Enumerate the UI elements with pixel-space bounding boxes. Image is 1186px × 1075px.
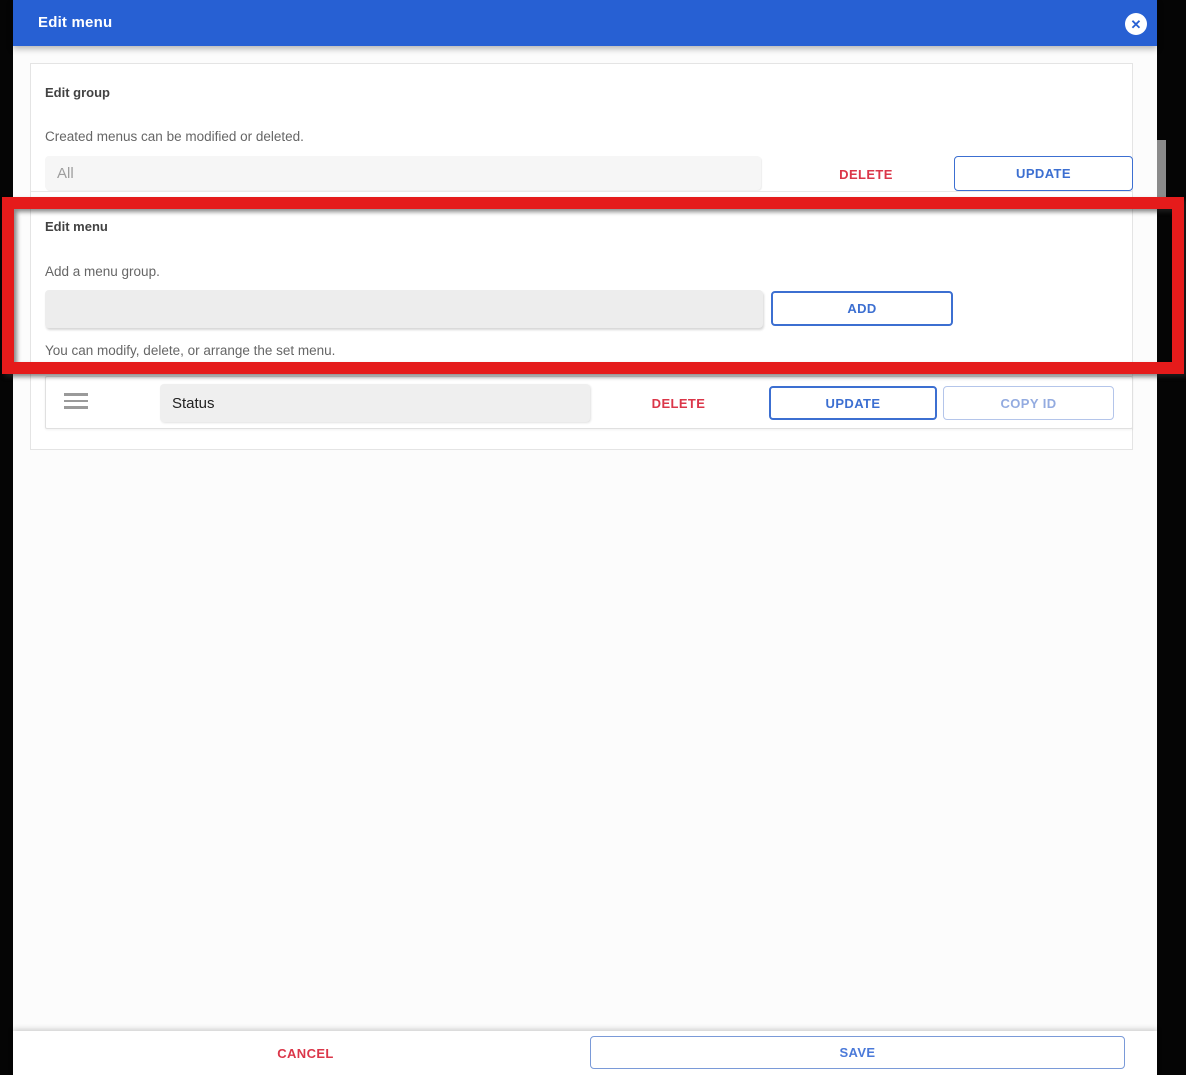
edit-menu-dialog: Edit menu ✕ Edit group Created menus can… xyxy=(13,0,1157,1075)
menu-item-delete-button[interactable]: DELETE xyxy=(631,389,726,417)
edit-group-description: Created menus can be modified or deleted… xyxy=(45,129,304,144)
menu-item-name-input[interactable] xyxy=(160,384,590,422)
edit-menu-heading: Edit menu xyxy=(45,219,108,234)
scrollbar-thumb[interactable] xyxy=(1157,140,1166,197)
group-delete-button[interactable]: DELETE xyxy=(771,159,961,189)
add-button[interactable]: ADD xyxy=(771,291,953,326)
dialog-header: Edit menu ✕ xyxy=(13,0,1157,46)
menu-item-update-button[interactable]: UPDATE xyxy=(769,386,937,420)
group-name-input[interactable] xyxy=(45,156,761,190)
close-icon: ✕ xyxy=(1130,16,1142,32)
dialog-footer: CANCEL SAVE xyxy=(13,1031,1157,1075)
arrange-menu-description: You can modify, delete, or arrange the s… xyxy=(45,343,336,358)
add-menu-group-input[interactable] xyxy=(45,290,763,328)
add-menu-group-description: Add a menu group. xyxy=(45,264,160,279)
close-button[interactable]: ✕ xyxy=(1125,13,1147,35)
menu-item-copy-id-button[interactable]: COPY ID xyxy=(943,386,1114,420)
dialog-title: Edit menu xyxy=(38,14,113,31)
group-update-button[interactable]: UPDATE xyxy=(954,156,1133,191)
page-overlay-left xyxy=(0,0,13,1075)
menu-settings-card: Edit group Created menus can be modified… xyxy=(30,63,1133,450)
section-divider xyxy=(31,191,1132,192)
drag-handle-icon[interactable] xyxy=(64,393,88,412)
edit-group-heading: Edit group xyxy=(45,85,110,100)
save-button[interactable]: SAVE xyxy=(590,1036,1125,1069)
cancel-button[interactable]: CANCEL xyxy=(243,1039,368,1067)
menu-item-row: DELETE UPDATE COPY ID xyxy=(45,376,1133,429)
